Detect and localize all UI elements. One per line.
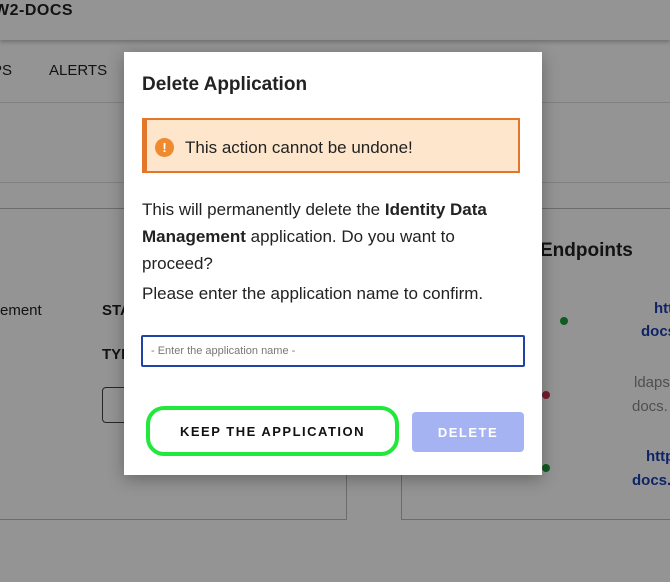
delete-application-dialog: Delete Application ! This action cannot … (124, 52, 542, 475)
warning-banner: ! This action cannot be undone! (142, 118, 520, 173)
application-name-input[interactable] (141, 335, 525, 367)
dialog-title: Delete Application (142, 74, 308, 95)
warning-text: This action cannot be undone! (185, 138, 413, 157)
exclamation-icon: ! (155, 138, 174, 157)
delete-button[interactable]: DELETE (412, 412, 524, 452)
message-prefix: This will permanently delete the (142, 200, 385, 219)
keep-application-button[interactable]: KEEP THE APPLICATION (146, 406, 399, 456)
confirm-prompt: Please enter the application name to con… (142, 284, 484, 303)
dialog-message: This will permanently delete the Identit… (142, 196, 522, 277)
